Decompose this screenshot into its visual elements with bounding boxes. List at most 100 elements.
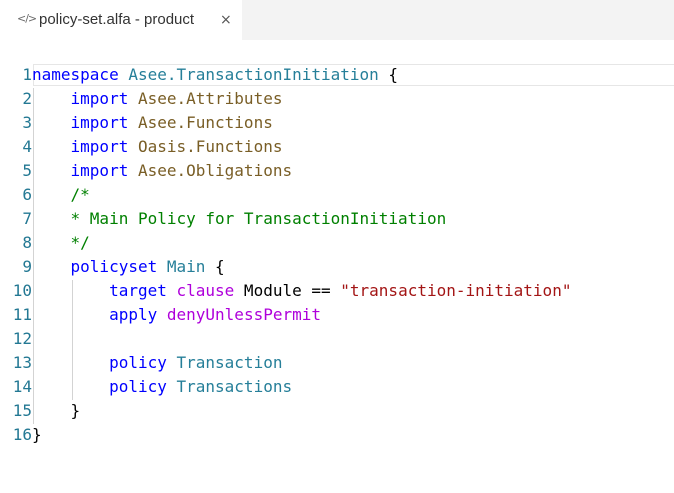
close-icon[interactable]: × — [220, 11, 232, 29]
tab-bar: </> policy-set.alfa - product × — [0, 0, 674, 40]
code-text: namespace Asee.TransactionInitiation { — [32, 63, 398, 87]
line-number: 13 — [12, 353, 32, 372]
code-token: policyset — [70, 257, 158, 276]
code-text: policy Transaction — [32, 351, 282, 375]
code-token: policy — [109, 353, 167, 372]
code-token: Asee.Functions — [137, 113, 273, 132]
code-line: 6 /* — [0, 183, 674, 207]
code-token: clause — [176, 281, 235, 300]
code-line: 16} — [0, 423, 674, 447]
line-number: 1 — [22, 65, 32, 84]
code-text: * Main Policy for TransactionInitiation — [32, 207, 447, 231]
code-token: Asee.TransactionInitiation — [128, 65, 379, 84]
code-token: Transaction — [176, 353, 283, 372]
line-number: 12 — [12, 329, 32, 348]
code-line: 2 import Asee.Attributes — [0, 87, 674, 111]
code-token: { — [205, 257, 225, 276]
code-editor[interactable]: 1 namespace Asee.TransactionInitiation {2… — [0, 64, 674, 493]
line-number: 14 — [12, 377, 32, 396]
line-number: 10 — [12, 281, 32, 300]
code-token: */ — [70, 233, 90, 252]
code-line: 11 apply denyUnlessPermit — [0, 303, 674, 327]
code-token: Main — [166, 257, 206, 276]
code-token: } — [32, 425, 42, 444]
code-token: import — [70, 113, 129, 132]
code-token: { — [378, 65, 399, 84]
code-line: 12 — [0, 327, 674, 351]
code-text: import Asee.Functions — [32, 111, 273, 135]
code-line: 15 } — [0, 399, 674, 423]
line-number: 5 — [22, 161, 32, 180]
code-line: 7 * Main Policy for TransactionInitiatio… — [0, 207, 674, 231]
code-text: import Asee.Obligations — [32, 159, 293, 183]
code-token: Module == — [234, 281, 341, 300]
code-text: import Asee.Attributes — [32, 87, 283, 111]
code-file-icon: </> — [17, 12, 37, 25]
code-line: 14 policy Transactions — [0, 375, 674, 399]
code-text: target clause Module == "transaction-ini… — [32, 279, 571, 303]
line-number: 2 — [22, 89, 32, 108]
code-text: /* — [32, 183, 90, 207]
code-token: denyUnlessPermit — [166, 305, 321, 324]
code-line: 4 import Oasis.Functions — [0, 135, 674, 159]
code-token: Oasis.Functions — [137, 137, 283, 156]
code-text: import Oasis.Functions — [32, 135, 283, 159]
code-text: policy Transactions — [32, 375, 292, 399]
code-text: policyset Main { — [32, 255, 225, 279]
code-token: * Main Policy for TransactionInitiation — [70, 209, 447, 228]
code-line: 8 */ — [0, 231, 674, 255]
code-token: apply — [109, 305, 158, 324]
tab-policy-set[interactable]: </> policy-set.alfa - product × — [0, 0, 242, 40]
line-number: 4 — [22, 137, 32, 156]
code-token: import — [70, 161, 129, 180]
code-line: 5 import Asee.Obligations — [0, 159, 674, 183]
code-token: namespace — [32, 65, 119, 84]
code-token: "transaction-initiation" — [340, 281, 572, 300]
code-token: Asee.Obligations — [137, 161, 293, 180]
code-token: } — [32, 401, 81, 420]
line-number: 8 — [22, 233, 32, 252]
code-token: target — [109, 281, 167, 300]
code-token: /* — [70, 185, 90, 204]
code-line: 1 namespace Asee.TransactionInitiation { — [0, 63, 674, 87]
code-token: import — [70, 137, 129, 156]
code-token: Transactions — [176, 377, 293, 396]
line-number: 7 — [22, 209, 32, 228]
code-line: 9 policyset Main { — [0, 255, 674, 279]
code-text: } — [32, 399, 81, 423]
code-line: 13 policy Transaction — [0, 351, 674, 375]
line-number: 6 — [22, 185, 32, 204]
tab-title: policy-set.alfa - product — [39, 11, 195, 28]
code-text: */ — [32, 231, 90, 255]
code-token: import — [70, 89, 129, 108]
code-line: 10 target clause Module == "transaction-… — [0, 279, 674, 303]
code-line: 3 import Asee.Functions — [0, 111, 674, 135]
line-number: 9 — [22, 257, 32, 276]
code-text: } — [32, 423, 42, 447]
line-number: 11 — [12, 305, 32, 324]
code-token: Asee.Attributes — [137, 89, 283, 108]
code-text: apply denyUnlessPermit — [32, 303, 321, 327]
code-token: policy — [109, 377, 167, 396]
line-number: 3 — [22, 113, 32, 132]
